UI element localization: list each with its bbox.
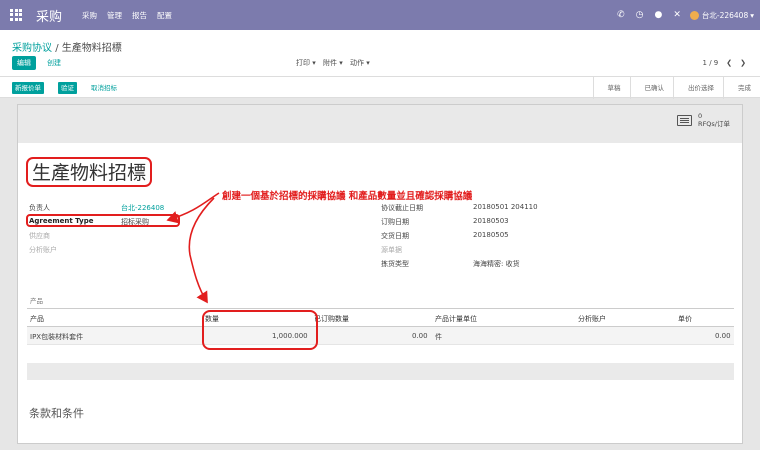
user-name: 台北-226408 <box>701 10 749 20</box>
vendor-label: 供应商 <box>29 232 50 240</box>
sidebar-actions: 打印 ▾ 附件 ▾ 动作 ▾ <box>296 56 375 70</box>
table-top-border <box>27 308 734 309</box>
agreement-type-label: Agreement Type <box>29 217 94 225</box>
breadcrumb-current: 生產物料招標 <box>61 43 122 54</box>
table-footer <box>27 363 734 380</box>
stage-draft[interactable]: 草稿 <box>592 77 630 99</box>
picking-type-value[interactable]: 海海精密: 收货 <box>473 259 520 269</box>
chevron-down-icon: ▾ <box>750 10 754 20</box>
chat-icon[interactable]: ● <box>654 10 662 20</box>
owner-label: 负责人 <box>29 204 50 212</box>
table-row[interactable] <box>27 327 734 345</box>
close-icon[interactable]: ✕ <box>673 10 681 20</box>
systray: ✆ ◷ ● ✕ 台北-226408 ▾ <box>606 0 754 30</box>
pager-previous-icon[interactable]: ❮ <box>726 56 732 70</box>
rfq-count: 0 <box>698 112 703 120</box>
control-panel: 采购协议 / 生產物料招標 编辑 创建 打印 ▾ 附件 ▾ 动作 ▾ 1 / 9… <box>0 30 760 99</box>
app-title: 采购 <box>36 9 63 25</box>
owner-value[interactable]: 台北-226408 <box>121 203 164 213</box>
menu-item-config[interactable]: 配置 <box>157 10 172 21</box>
phone-icon[interactable]: ✆ <box>617 10 625 20</box>
picking-type-label: 拣货类型 <box>381 260 409 268</box>
rfq-label: RFQs/订单 <box>698 120 730 128</box>
breadcrumb-parent-link[interactable]: 采购协议 <box>12 43 52 54</box>
delivery-date-label: 交货日期 <box>381 232 409 240</box>
clock-icon[interactable]: ◷ <box>636 10 644 20</box>
menu-item-manage[interactable]: 管理 <box>107 10 122 21</box>
stage-done[interactable]: 完成 <box>723 77 760 99</box>
status-bar: 草稿 已确认 出价选择 完成 <box>592 77 760 99</box>
top-menu: 采购 管理 报告 配置 <box>82 10 182 21</box>
menu-item-purchase[interactable]: 采购 <box>82 10 97 21</box>
row-ordered-qty: 0.00 <box>412 332 428 340</box>
row-product[interactable]: IPX包裝材料套件 <box>30 332 83 342</box>
pager: 1 / 9 ❮ ❯ <box>703 56 746 70</box>
validate-button[interactable]: 验证 <box>58 82 77 94</box>
new-quotation-button[interactable]: 新报价单 <box>12 82 44 94</box>
annotation-text: 創建一個基於招標的採購協議 和產品數量並且確認採購協議 <box>222 191 473 202</box>
print-dropdown[interactable]: 打印 ▾ <box>296 59 316 67</box>
record-title: 生產物料招標 <box>26 157 153 187</box>
stage-confirmed[interactable]: 已确认 <box>629 77 674 99</box>
button-box: 0 RFQs/订单 <box>18 105 742 143</box>
order-date-label: 订购日期 <box>381 218 409 226</box>
order-date-value[interactable]: 20180503 <box>473 217 509 225</box>
products-section-label: 产品 <box>30 297 43 305</box>
deadline-label: 协议截止日期 <box>381 204 423 212</box>
list-icon <box>677 115 693 126</box>
rfq-smart-button[interactable]: 0 RFQs/订单 <box>677 112 730 128</box>
col-unit-price[interactable]: 单价 <box>678 314 692 324</box>
agreement-type-value[interactable]: 招标采购 <box>121 217 149 227</box>
delivery-date-value[interactable]: 20180505 <box>473 231 509 239</box>
cancel-tender-button[interactable]: 取消招标 <box>91 82 117 94</box>
top-navbar: 采购 采购 管理 报告 配置 ✆ ◷ ● ✕ 台北-226408 ▾ <box>0 0 760 30</box>
col-ordered-qty[interactable]: 已订购数量 <box>314 314 349 324</box>
form-header: 新报价单 验证 取消招标 草稿 已确认 出价选择 完成 <box>0 76 760 99</box>
source-document-label: 源单据 <box>381 246 402 254</box>
breadcrumb: 采购协议 / 生產物料招標 <box>12 39 122 54</box>
col-analytic-account[interactable]: 分析账户 <box>578 314 606 324</box>
row-unit-price[interactable]: 0.00 <box>715 332 731 340</box>
apps-menu-icon[interactable] <box>10 8 23 22</box>
stage-bid-selection[interactable]: 出价选择 <box>673 77 723 99</box>
menu-item-report[interactable]: 报告 <box>132 10 147 21</box>
create-button[interactable]: 创建 <box>47 56 61 70</box>
terms-conditions-label: 条款和条件 <box>29 407 84 420</box>
user-menu[interactable]: 台北-226408 ▾ <box>689 10 754 21</box>
col-uom[interactable]: 产品计量单位 <box>435 314 477 324</box>
form-sheet: 0 RFQs/订单 生產物料招標 創建一個基於招標的採購協議 和產品數量並且確認… <box>17 104 743 444</box>
pager-next-icon[interactable]: ❯ <box>740 56 746 70</box>
col-product[interactable]: 产品 <box>30 314 44 324</box>
analytic-account-label: 分析账户 <box>29 246 57 254</box>
edit-button[interactable]: 编辑 <box>12 56 36 70</box>
annotation-highlight-quantity <box>202 310 318 350</box>
avatar <box>689 10 699 20</box>
breadcrumb-separator: / <box>55 43 59 54</box>
action-dropdown[interactable]: 动作 ▾ <box>350 59 370 67</box>
pager-value: 1 / 9 <box>702 59 719 67</box>
deadline-value[interactable]: 20180501 204110 <box>473 203 538 211</box>
row-uom[interactable]: 件 <box>435 332 442 342</box>
attachment-dropdown[interactable]: 附件 ▾ <box>323 59 343 67</box>
